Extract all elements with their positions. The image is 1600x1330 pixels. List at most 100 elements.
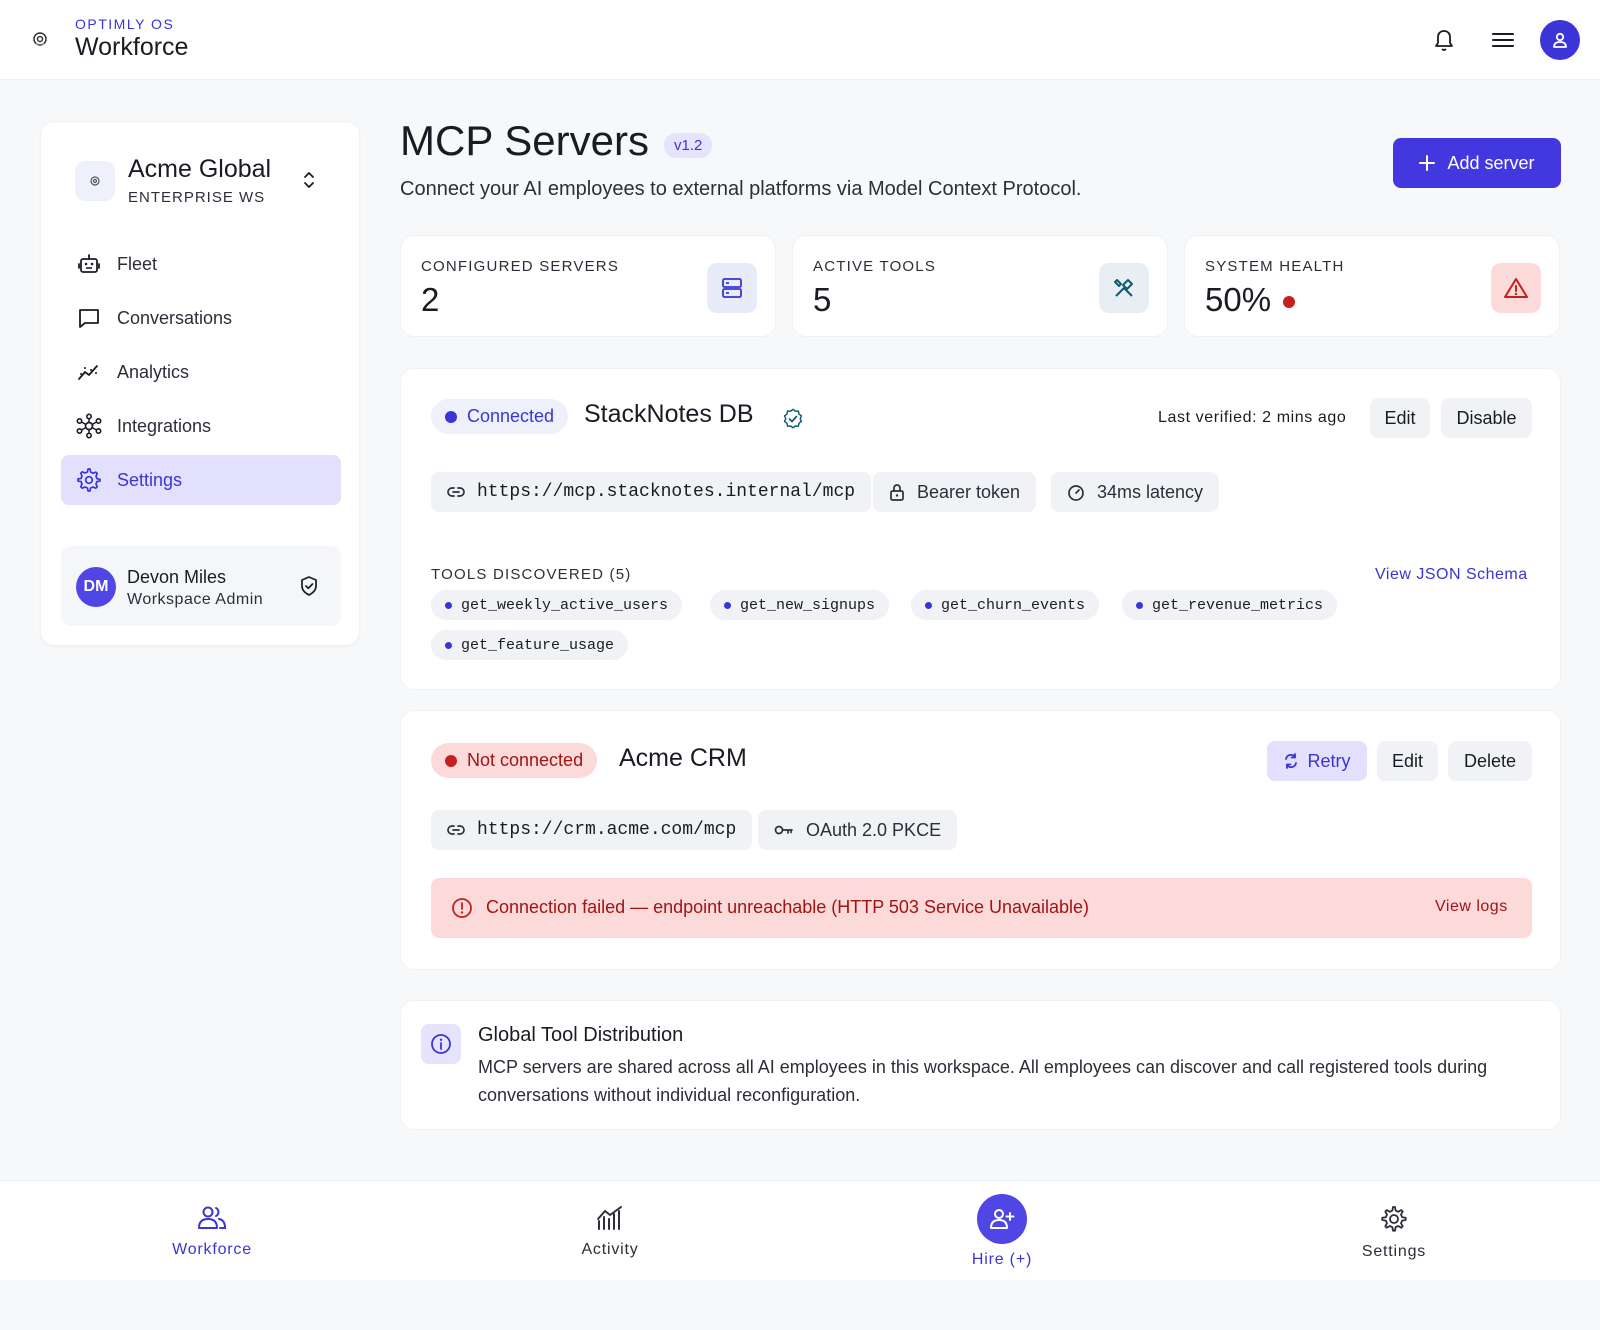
users-icon	[198, 1206, 227, 1229]
edit-button[interactable]: Edit	[1377, 741, 1438, 781]
tool-chip[interactable]: get_weekly_active_users	[431, 590, 683, 620]
avatar: DM	[76, 567, 116, 607]
sidebar-item-conversations[interactable]: Conversations	[61, 293, 341, 343]
sidebar-item-settings[interactable]: Settings	[61, 455, 341, 505]
stat-value: 5	[813, 281, 832, 318]
tools-icon	[1099, 263, 1149, 313]
edit-button[interactable]: Edit	[1370, 398, 1430, 438]
page-title: MCP Servers	[400, 117, 649, 164]
workspace-name: Acme Global	[128, 155, 272, 183]
endpoint-url: https://crm.acme.com/mcp	[477, 820, 737, 840]
server-card-acme-crm: Not connected Acme CRM Retry Edit Delete…	[400, 710, 1561, 970]
workspace-switcher[interactable]: Acme Global ENTERPRISE WS	[75, 155, 325, 210]
sidebar-item-label: Analytics	[117, 361, 190, 382]
link-icon	[447, 825, 465, 835]
bottom-nav-activity[interactable]: Activity	[530, 1205, 690, 1259]
notifications-bell-icon[interactable]	[1429, 25, 1459, 55]
add-user-icon	[977, 1194, 1027, 1244]
tool-chip[interactable]: get_feature_usage	[431, 630, 629, 660]
current-user-card[interactable]: DM Devon Miles Workspace Admin	[61, 546, 341, 626]
tool-chip[interactable]: get_new_signups	[710, 590, 890, 620]
stat-value: 2	[421, 281, 440, 318]
gear-icon	[75, 466, 103, 494]
top-bar: OPTIMLY OS Workforce	[0, 0, 1600, 80]
key-icon	[774, 825, 793, 835]
view-json-schema-link[interactable]: View JSON Schema	[1375, 566, 1528, 584]
sidebar-item-label: Settings	[117, 469, 183, 490]
bottom-nav-label: Settings	[1361, 1243, 1427, 1260]
stat-label: ACTIVE TOOLS	[813, 258, 937, 275]
workspace-logo-icon	[75, 161, 115, 201]
activity-icon	[597, 1206, 622, 1230]
sidebar: Acme Global ENTERPRISE WS Fleet Conversa…	[40, 121, 360, 646]
sidebar-item-label: Integrations	[117, 415, 212, 436]
info-title: Global Tool Distribution	[478, 1024, 684, 1046]
profile-avatar[interactable]	[1540, 20, 1580, 60]
analytics-icon	[75, 358, 103, 386]
endpoint-url: https://mcp.stacknotes.internal/mcp	[477, 482, 856, 502]
health-status-dot	[1283, 296, 1296, 308]
page-subtitle: Connect your AI employees to external pl…	[400, 178, 1082, 200]
auth-method-chip: OAuth 2.0 PKCE	[758, 810, 958, 850]
status-badge: Connected	[431, 399, 569, 434]
plus-icon	[1419, 155, 1436, 171]
workspace-type: ENTERPRISE WS	[128, 189, 266, 206]
bottom-nav-label: Activity	[581, 1241, 639, 1258]
stat-card-system-health: SYSTEM HEALTH 50%	[1184, 235, 1560, 337]
user-name: Devon Miles	[127, 567, 227, 587]
server-name: StackNotes DB	[584, 400, 754, 428]
info-icon	[421, 1024, 461, 1064]
alert-circle-icon	[451, 897, 473, 919]
latency-chip: 34ms latency	[1051, 472, 1220, 512]
info-body: MCP servers are shared across all AI emp…	[478, 1057, 1488, 1105]
stat-label: CONFIGURED SERVERS	[421, 258, 620, 275]
lock-icon	[890, 484, 904, 501]
stat-value: 50%	[1205, 281, 1296, 319]
user-role: Workspace Admin	[127, 591, 264, 608]
bottom-nav-settings[interactable]: Settings	[1314, 1205, 1474, 1261]
server-name: Acme CRM	[619, 744, 747, 772]
sidebar-item-fleet[interactable]: Fleet	[61, 239, 341, 289]
endpoint-url-chip: https://mcp.stacknotes.internal/mcp	[431, 472, 872, 512]
error-message: Connection failed — endpoint unreachable…	[486, 897, 1090, 917]
gauge-icon	[1068, 485, 1084, 501]
server-icon	[707, 263, 757, 313]
endpoint-url-chip: https://crm.acme.com/mcp	[431, 810, 753, 850]
view-logs-link[interactable]: View logs	[1435, 898, 1508, 916]
stat-card-configured-servers: CONFIGURED SERVERS 2	[400, 235, 776, 337]
bottom-nav: Workforce Activity Hire (+) Settings	[0, 1180, 1600, 1280]
status-badge: Not connected	[431, 743, 598, 778]
network-icon	[75, 412, 103, 440]
robot-icon	[75, 250, 103, 278]
server-card-stacknotes: Connected StackNotes DB Last verified: 2…	[400, 368, 1561, 690]
user-icon	[1553, 32, 1567, 48]
refresh-icon	[1285, 753, 1298, 769]
brand-label: OPTIMLY OS	[75, 16, 175, 32]
chat-icon	[75, 304, 103, 332]
delete-button[interactable]: Delete	[1448, 741, 1532, 781]
sidebar-item-analytics[interactable]: Analytics	[61, 347, 341, 397]
add-server-label: Add server	[1447, 152, 1535, 173]
info-card-global-tool-distribution: Global Tool Distribution MCP servers are…	[400, 1000, 1561, 1130]
version-badge: v1.2	[664, 133, 713, 158]
auth-method-chip: Bearer token	[873, 472, 1037, 512]
tools-discovered-label: TOOLS DISCOVERED (5)	[431, 566, 632, 583]
verified-badge-icon	[782, 408, 804, 430]
warning-icon	[1491, 263, 1541, 313]
sidebar-item-label: Conversations	[117, 307, 233, 328]
bottom-nav-workforce[interactable]: Workforce	[132, 1205, 292, 1259]
tool-chip[interactable]: get_revenue_metrics	[1122, 590, 1338, 620]
stat-card-active-tools: ACTIVE TOOLS 5	[792, 235, 1168, 337]
bottom-nav-hire[interactable]: Hire (+)	[922, 1194, 1082, 1269]
sidebar-item-integrations[interactable]: Integrations	[61, 401, 341, 451]
sidebar-item-label: Fleet	[117, 253, 158, 274]
add-server-button[interactable]: Add server	[1393, 138, 1561, 188]
disable-button[interactable]: Disable	[1441, 398, 1532, 438]
menu-icon[interactable]	[1488, 25, 1518, 55]
retry-button[interactable]: Retry	[1267, 741, 1367, 781]
bottom-nav-label: Workforce	[172, 1241, 252, 1258]
app-title: Workforce	[75, 33, 189, 61]
tool-chip[interactable]: get_churn_events	[911, 590, 1100, 620]
app-logo-icon	[30, 29, 50, 49]
last-verified-text: Last verified: 2 mins ago	[1158, 409, 1347, 426]
